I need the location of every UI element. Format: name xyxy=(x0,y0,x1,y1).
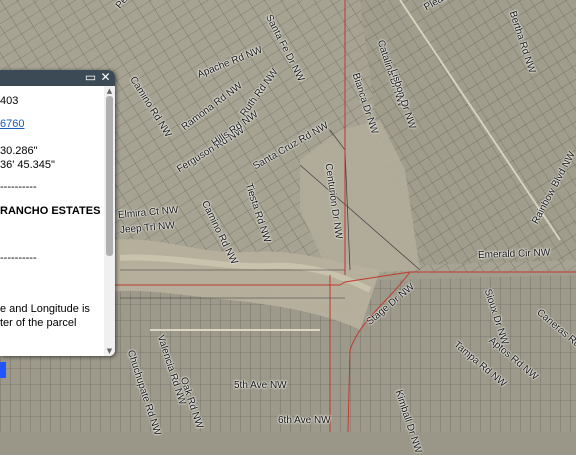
popup-content: 403 6760 30.286" 36' 45.345" ---------- … xyxy=(0,86,104,356)
parcel-info-popup: ▭ ✕ 403 6760 30.286" 36' 45.345" -------… xyxy=(0,70,115,356)
scrollbar-thumb[interactable] xyxy=(106,96,113,256)
scroll-up-icon[interactable]: ▲ xyxy=(105,87,114,95)
parcel-link[interactable]: 6760 xyxy=(0,118,24,130)
popup-line: 30.286" xyxy=(0,145,38,157)
popup-separator: ---------- xyxy=(0,252,37,264)
road-label: 5th Ave NW xyxy=(234,380,287,391)
popup-separator: ---------- xyxy=(0,181,37,193)
scroll-down-icon[interactable]: ▼ xyxy=(105,347,114,355)
popup-line: 36' 45.345" xyxy=(0,159,55,171)
road-label: 6th Ave NW xyxy=(278,415,331,426)
maximize-icon[interactable]: ▭ xyxy=(84,71,97,84)
popup-subdivision: RANCHO ESTATES xyxy=(0,205,101,217)
popup-line: 403 xyxy=(0,95,19,107)
close-icon[interactable]: ✕ xyxy=(99,71,112,84)
popup-scrollbar[interactable]: ▲ ▼ xyxy=(104,86,115,356)
popup-note: e and Longitude is xyxy=(0,303,90,315)
popup-note: ter of the parcel xyxy=(0,317,77,329)
popup-titlebar: ▭ ✕ xyxy=(0,70,115,86)
